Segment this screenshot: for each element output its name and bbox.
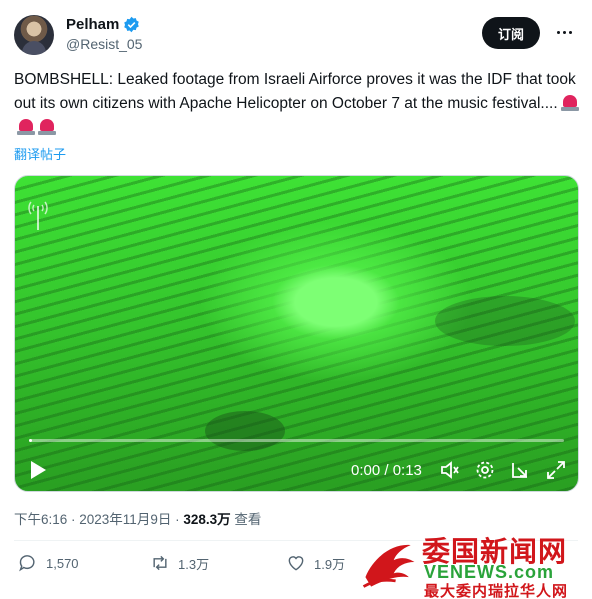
volume-icon[interactable]: [439, 459, 461, 481]
verified-badge-icon: [124, 16, 140, 33]
settings-gear-icon[interactable]: [474, 459, 496, 481]
author-block: Pelham @Resist_05: [66, 16, 142, 52]
video-shadow-blob: [435, 296, 575, 346]
tweet-text: BOMBSHELL: Leaked footage from Israeli A…: [14, 68, 580, 140]
video-timecode: 0:00 / 0:13: [351, 462, 422, 479]
video-scrubber[interactable]: [29, 439, 564, 442]
watermark-sub: 最大委内瑞拉华人网: [424, 583, 569, 599]
like-button[interactable]: 1.9万: [286, 553, 345, 573]
translate-post-link[interactable]: 翻译帖子: [14, 144, 66, 163]
broadcast-logo-icon: [28, 201, 48, 230]
reply-count: 1,570: [46, 555, 79, 571]
video-progress: [29, 439, 32, 442]
repost-icon: [153, 555, 167, 571]
display-name[interactable]: Pelham: [66, 16, 119, 33]
subscribe-button[interactable]: 订阅: [481, 17, 540, 49]
repost-button[interactable]: 1.3万: [150, 553, 209, 573]
reply-icon: [19, 555, 35, 572]
views-label: 查看: [234, 512, 262, 527]
rotating-light-icon: [560, 93, 579, 111]
tweet-header: Pelham @Resist_05 订阅: [14, 14, 578, 58]
avatar[interactable]: [14, 15, 54, 55]
fullscreen-icon[interactable]: [545, 459, 567, 481]
name-row: Pelham: [66, 16, 142, 33]
video-player[interactable]: 0:00 / 0:13: [14, 175, 579, 492]
timestamp[interactable]: 下午6:16 · 2023年11月9日 ·: [14, 512, 183, 527]
views-count: 328.3万: [183, 512, 231, 527]
reply-button[interactable]: 1,570: [18, 553, 79, 573]
rotating-light-icon: [38, 117, 56, 135]
like-count: 1.9万: [314, 556, 346, 572]
picture-in-picture-icon[interactable]: [509, 459, 531, 481]
heart-icon: [288, 556, 304, 571]
video-shadow-blob: [205, 411, 285, 451]
site-watermark: 委国新闻网 VENEWS.com 最大委内瑞拉华人网: [356, 528, 592, 599]
handle[interactable]: @Resist_05: [66, 36, 142, 52]
more-options-icon[interactable]: [550, 18, 578, 46]
play-icon[interactable]: [29, 460, 47, 480]
tweet-body: BOMBSHELL: Leaked footage from Israeli A…: [14, 71, 576, 112]
tweet-meta: 下午6:16 · 2023年11月9日 · 328.3万 查看: [14, 508, 261, 528]
dragon-logo-icon: [362, 544, 415, 588]
repost-count: 1.3万: [178, 556, 210, 572]
rotating-light-icon: [17, 117, 35, 135]
